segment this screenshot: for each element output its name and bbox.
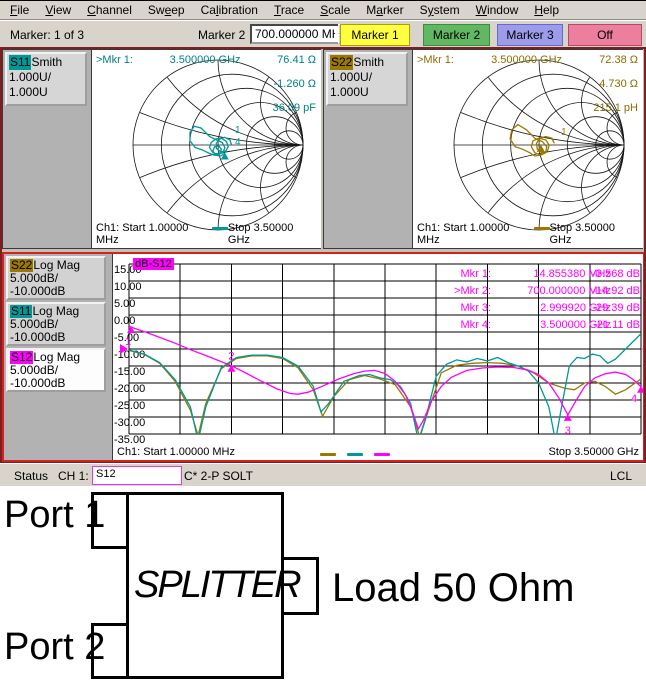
local-mode-label: LCL (610, 469, 632, 483)
active-trace-badge: dB-S12 (133, 258, 174, 270)
s11-smith-chart[interactable]: 14 >Mkr 1:3.500000 GHz76.41 Ω -1.260 Ω 3… (91, 50, 321, 248)
marker-status-text: Marker: 1 of 3 (10, 28, 84, 42)
channel-label: CH 1: (58, 469, 89, 483)
s11-trace-chip: S11 (9, 55, 31, 70)
marker-frequency-input[interactable] (250, 24, 340, 44)
logmag-plot[interactable]: 15.0010.005.000.00-5.00-10.00-15.00-20.0… (112, 254, 643, 460)
menu-sweep[interactable]: Sweep (140, 1, 193, 19)
s22-ref-value: 1.000U (330, 85, 404, 100)
svg-text:-14.92 dB: -14.92 dB (592, 285, 640, 297)
marker-1-button[interactable]: Marker 1 (340, 24, 410, 46)
svg-text:1: 1 (235, 125, 241, 136)
menu-help[interactable]: Help (526, 1, 567, 19)
svg-text:0.00: 0.00 (114, 315, 135, 327)
svg-text:-29.39 dB: -29.39 dB (592, 302, 640, 314)
menu-file[interactable]: File (2, 1, 37, 19)
svg-text:10.00: 10.00 (114, 281, 142, 293)
menu-marker[interactable]: Marker (358, 1, 411, 19)
svg-text:1: 1 (561, 127, 567, 138)
splitter-label: SPLITTER (134, 564, 300, 607)
marker-2-button[interactable]: Marker 2 (423, 24, 490, 46)
svg-text:5.00: 5.00 (114, 298, 135, 310)
logmag-trace-list: S22Log Mag5.000dB/-10.000dBS11Log Mag5.0… (4, 254, 112, 460)
s22-trace-chip: S22 (330, 55, 353, 70)
off-button[interactable]: Off (568, 24, 642, 46)
port2-label: Port 2 (4, 626, 105, 669)
marker-3-button[interactable]: Marker 3 (497, 24, 563, 46)
svg-text:-3.568 dB: -3.568 dB (592, 268, 640, 280)
menu-scale[interactable]: Scale (312, 1, 358, 19)
svg-text:2: 2 (228, 351, 234, 363)
s11-trace-settings[interactable]: S11Log Mag5.000dB/-10.000dB (6, 302, 106, 346)
svg-text:-20.00: -20.00 (114, 383, 145, 395)
svg-text:Mkr 4:: Mkr 4: (460, 319, 491, 331)
s22-smith-chart[interactable]: 1 >Mkr 1:3.500000 GHz72.38 Ω 4.730 Ω 215… (412, 50, 643, 248)
status-bar: Status CH 1: S12 C* 2-P SOLT LCL (0, 463, 646, 487)
s22-format-label: Smith (353, 55, 384, 69)
marker-field-label: Marker 2 (198, 28, 245, 42)
menu-channel[interactable]: Channel (79, 1, 140, 19)
s11-ref-value: 1.000U (9, 85, 83, 100)
menu-bar: FileViewChannelSweepCalibrationTraceScal… (0, 0, 646, 20)
s11-format-label: Smith (31, 55, 62, 69)
logmag-sweep-range: Ch1: Start 1.00000 MHz Stop 3.50000 GHz (117, 446, 639, 458)
port1-label: Port 1 (4, 494, 105, 537)
svg-text:-30.00: -30.00 (114, 417, 145, 429)
svg-text:-35.00: -35.00 (114, 434, 145, 446)
menu-window[interactable]: Window (468, 1, 527, 19)
svg-text:4: 4 (235, 137, 241, 148)
s22-scale-value: 1.000U/ (330, 70, 404, 85)
s11-panel: S11Smith 1.000U/ 1.000U 14 >Mkr 1:3.5000… (2, 49, 321, 249)
logmag-panel: S22Log Mag5.000dB/-10.000dBS11Log Mag5.0… (2, 252, 644, 462)
load-label: Load 50 Ohm (332, 566, 574, 611)
s22-trace-settings[interactable]: S22Log Mag5.000dB/-10.000dB (6, 256, 106, 300)
marker-toolbar: Marker: 1 of 3 Marker 2 ▲ ▼ Marker 1Mark… (0, 21, 646, 47)
svg-text:Mkr 1:: Mkr 1: (460, 268, 491, 280)
cal-status-label: C* 2-P SOLT (184, 469, 253, 483)
s22-trace-settings[interactable]: S22Smith 1.000U/ 1.000U (326, 52, 408, 106)
menu-calibration[interactable]: Calibration (193, 1, 266, 19)
svg-text:-21.11 dB: -21.11 dB (593, 319, 640, 331)
svg-text:3: 3 (565, 425, 571, 437)
menu-view[interactable]: View (37, 1, 79, 19)
splitter-diagram: Port 1 Port 2 SPLITTER Load 50 Ohm (0, 486, 646, 690)
s11-scale-value: 1.000U/ (9, 70, 83, 85)
s12-trace-settings[interactable]: S12Log Mag5.000dB/-10.000dB (6, 348, 106, 392)
s22-smith-grid: 1 (413, 50, 643, 248)
svg-text:4: 4 (631, 393, 637, 405)
status-label: Status (14, 469, 48, 483)
s22-panel: S22Smith 1.000U/ 1.000U 1 >Mkr 1:3.50000… (323, 49, 643, 249)
svg-text:>Mkr 2:: >Mkr 2: (454, 285, 491, 297)
s11-smith-grid: 14 (92, 50, 321, 248)
vna-application-window: FileViewChannelSweepCalibrationTraceScal… (0, 0, 646, 690)
svg-text:Mkr 3:: Mkr 3: (460, 302, 491, 314)
logmag-grid: 15.0010.005.000.00-5.00-10.00-15.00-20.0… (113, 254, 643, 460)
measurement-box: S12 (92, 466, 182, 485)
svg-text:-15.00: -15.00 (114, 366, 145, 378)
svg-text:-25.00: -25.00 (114, 400, 145, 412)
svg-text:1: 1 (125, 336, 131, 348)
s11-trace-settings[interactable]: S11Smith 1.000U/ 1.000U (5, 52, 87, 106)
menu-system[interactable]: System (412, 1, 468, 19)
menu-trace[interactable]: Trace (266, 1, 312, 19)
